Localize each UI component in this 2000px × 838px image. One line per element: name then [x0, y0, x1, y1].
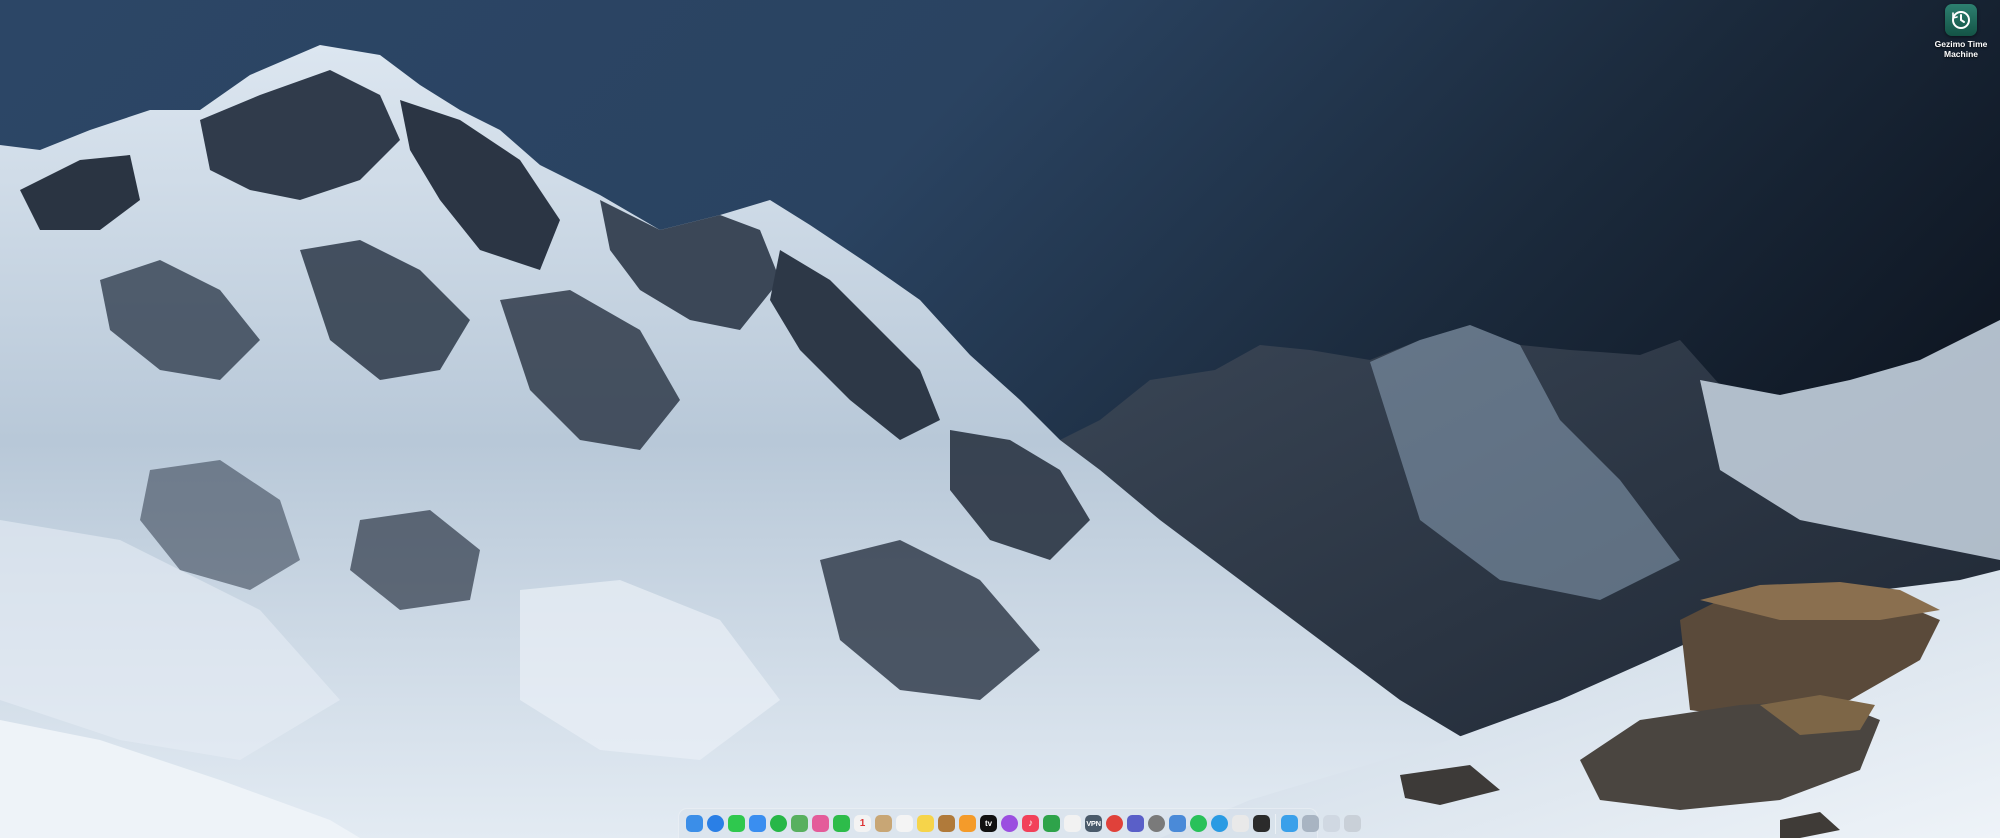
apple-tv-glyph: tv [984, 819, 993, 828]
reminders-icon[interactable] [896, 815, 913, 832]
music-glyph: ♪ [1028, 818, 1033, 829]
toolbox-icon[interactable] [1106, 815, 1123, 832]
vpn-glyph: VPN [1086, 819, 1101, 828]
home-icon[interactable] [959, 815, 976, 832]
textedit-icon[interactable] [1232, 815, 1249, 832]
dock-separator [1275, 813, 1276, 834]
screen-sharing-icon[interactable] [1169, 815, 1186, 832]
finder-icon[interactable] [686, 815, 703, 832]
contacts-icon[interactable] [875, 815, 892, 832]
podcasts-icon[interactable] [1001, 815, 1018, 832]
messages-icon[interactable] [728, 815, 745, 832]
facetime-icon[interactable] [770, 815, 787, 832]
safari-icon[interactable] [707, 815, 724, 832]
trash-icon[interactable] [1344, 815, 1361, 832]
desktop-icon-time-machine[interactable]: Gezimo Time Machine [1925, 4, 1997, 59]
teams-icon[interactable] [1127, 815, 1144, 832]
desktop-icon-label: Gezimo Time Machine [1934, 39, 1988, 59]
music-icon[interactable]: ♪ [1022, 815, 1039, 832]
numbers-icon[interactable] [1043, 815, 1060, 832]
maps-icon[interactable] [791, 815, 808, 832]
whatsapp-icon[interactable] [1190, 815, 1207, 832]
mail-icon[interactable] [749, 815, 766, 832]
screenshots-stack-icon[interactable] [1302, 815, 1319, 832]
freeform-icon[interactable] [938, 815, 955, 832]
downloads-stack-icon[interactable] [1281, 815, 1298, 832]
vpn-icon[interactable]: VPN [1085, 815, 1102, 832]
photos-icon[interactable] [812, 815, 829, 832]
facetime-video-icon[interactable] [833, 815, 850, 832]
iphone-mirroring-icon[interactable] [1253, 815, 1270, 832]
notes-icon[interactable] [917, 815, 934, 832]
desktop-wallpaper [0, 0, 2000, 838]
pages-icon[interactable] [1064, 815, 1081, 832]
telegram-icon[interactable] [1211, 815, 1228, 832]
calendar-glyph: 1 [859, 818, 866, 829]
dock: 1 tv ♪ VPN [678, 808, 1361, 838]
apple-tv-icon[interactable]: tv [980, 815, 997, 832]
documents-stack-icon[interactable] [1323, 815, 1340, 832]
time-machine-icon [1945, 4, 1977, 36]
settings-icon[interactable] [1148, 815, 1165, 832]
calendar-icon[interactable]: 1 [854, 815, 871, 832]
